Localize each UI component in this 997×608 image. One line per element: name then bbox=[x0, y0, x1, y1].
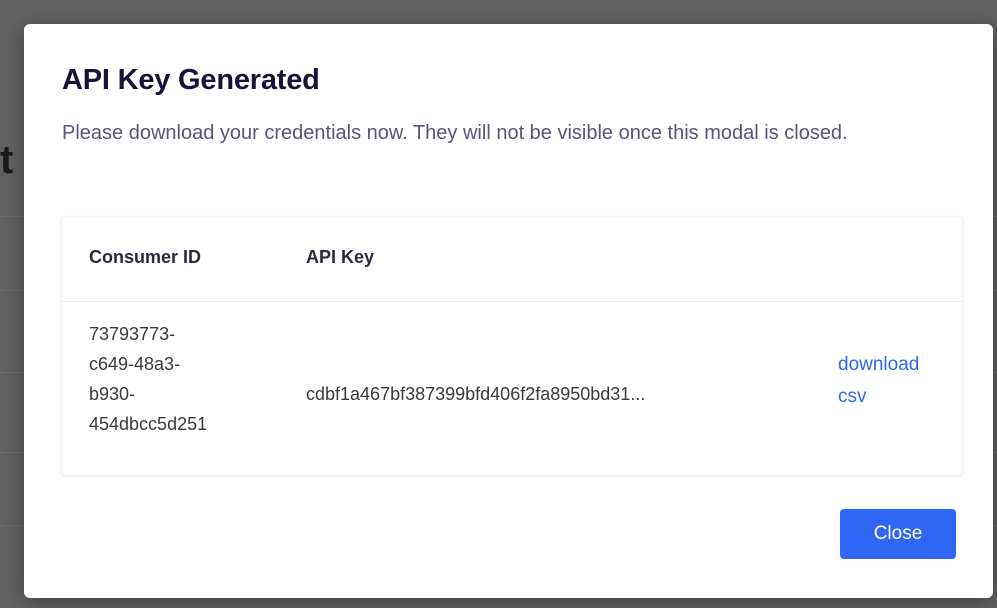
download-csv-link[interactable]: download csv bbox=[838, 349, 958, 413]
download-link-line2: csv bbox=[838, 386, 867, 407]
consumer-id-line: c649-48a3- bbox=[89, 354, 181, 374]
credentials-table: Consumer ID API Key 73793773- c649-48a3-… bbox=[62, 217, 962, 475]
modal-subtitle: Please download your credentials now. Th… bbox=[62, 122, 848, 144]
api-key-value: cdbf1a467bf387399bfd406f2fa8950bd31... bbox=[306, 384, 646, 404]
consumer-id-line: 454dbcc5d251 bbox=[89, 414, 208, 434]
background-heading-fragment: t bbox=[0, 138, 14, 182]
consumer-id-value: 73793773- c649-48a3- b930- 454dbcc5d251 bbox=[89, 319, 269, 439]
consumer-id-line: b930- bbox=[89, 384, 136, 404]
column-header-consumer-id: Consumer ID bbox=[89, 247, 202, 267]
table-header-row: Consumer ID API Key bbox=[62, 217, 962, 302]
modal-title: API Key Generated bbox=[62, 64, 320, 96]
download-link-line1: download bbox=[838, 354, 920, 375]
column-header-api-key: API Key bbox=[306, 247, 375, 267]
close-button[interactable]: Close bbox=[840, 509, 956, 559]
consumer-id-line: 73793773- bbox=[89, 324, 176, 344]
api-key-modal: API Key Generated Please download your c… bbox=[24, 24, 993, 598]
